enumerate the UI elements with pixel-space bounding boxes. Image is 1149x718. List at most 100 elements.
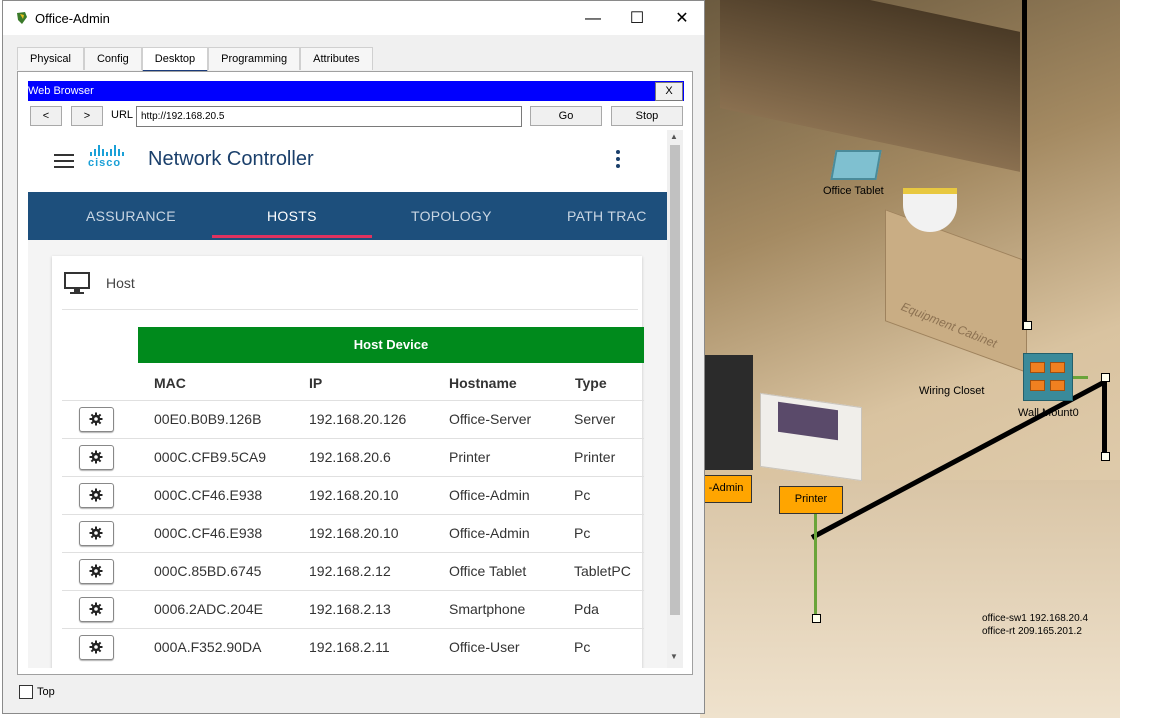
hamburger-menu-icon[interactable] <box>54 154 74 168</box>
type-cell: Pda <box>574 601 599 617</box>
office-admin-tag[interactable]: -Admin <box>700 475 752 503</box>
close-button[interactable]: ✕ <box>659 5 705 33</box>
wiring-closet-label: Wiring Closet <box>919 385 985 397</box>
settings-button[interactable] <box>79 407 114 432</box>
table-row: 000C.CF46.E938 192.168.20.10 Office-Admin P… <box>62 476 644 515</box>
table-row: 00E0.B0B9.126B 192.168.20.126 Office-Serve… <box>62 400 644 439</box>
title-bar[interactable]: Office-Admin — ☐ ✕ <box>3 1 704 35</box>
office-tablet-icon[interactable] <box>830 150 882 180</box>
hostname-cell: Office-Server <box>449 411 532 427</box>
table-row: 000C.85BD.6745 192.168.2.12 Office Tablet T… <box>62 552 644 591</box>
ip-cell: 192.168.20.10 <box>309 525 399 541</box>
office-admin-window: Office-Admin — ☐ ✕ Physical Config Deskt… <box>2 0 705 714</box>
link-endpoint[interactable] <box>1101 373 1110 382</box>
printer-tag[interactable]: Printer <box>779 486 843 514</box>
settings-button[interactable] <box>79 597 114 622</box>
desk-monitor <box>705 355 753 470</box>
minimize-button[interactable]: — <box>570 5 616 33</box>
mac-cell: 000C.CF46.E938 <box>154 525 263 541</box>
web-browser-close-button[interactable]: X <box>655 82 683 101</box>
tab-programming[interactable]: Programming <box>208 47 301 70</box>
settings-button[interactable] <box>79 445 114 470</box>
tab-desktop[interactable]: Desktop <box>141 47 209 73</box>
stop-button[interactable]: Stop <box>611 106 683 126</box>
mac-cell: 000C.85BD.6745 <box>154 563 262 579</box>
app-icon <box>17 12 27 24</box>
controller-header: cisco Network Controller <box>28 130 667 192</box>
hostname-cell: Office-Admin <box>449 525 530 541</box>
nav-assurance[interactable]: ASSURANCE <box>86 192 176 240</box>
ip-cell: 192.168.20.126 <box>309 411 407 427</box>
table-row: 000C.CFB9.5CA9 192.168.20.6 Printer Printer <box>62 438 644 477</box>
office-tablet-label: Office Tablet <box>823 185 884 197</box>
more-options-icon[interactable] <box>616 150 620 171</box>
column-header-ip: IP <box>309 375 323 391</box>
settings-button[interactable] <box>79 559 114 584</box>
back-button[interactable]: < <box>30 106 62 126</box>
column-header-mac: MAC <box>154 375 186 391</box>
type-cell: Pc <box>574 639 591 655</box>
info-line: office-sw1 192.168.20.4 <box>982 613 1089 624</box>
room-floor <box>700 480 1120 718</box>
monitor-icon <box>64 272 90 294</box>
active-nav-indicator <box>212 235 372 238</box>
nav-hosts[interactable]: HOSTS <box>267 192 317 240</box>
settings-button[interactable] <box>79 521 114 546</box>
hostname-cell: Office-User <box>449 639 520 655</box>
tab-config[interactable]: Config <box>83 47 142 70</box>
scroll-down-icon[interactable]: ▼ <box>670 652 678 661</box>
device-info: office-sw1 192.168.20.4 office-rt 209.16… <box>982 612 1088 638</box>
hostname-cell: Smartphone <box>449 601 526 617</box>
physical-workspace[interactable]: Equipment Cabinet Office Tablet Wiring C… <box>700 0 1149 718</box>
scrollbar-thumb[interactable] <box>670 145 680 615</box>
web-browser-titlebar: Web Browser X <box>28 81 684 101</box>
hostname-cell: Printer <box>449 449 491 465</box>
page-title: Network Controller <box>148 148 314 170</box>
column-header-hostname: Hostname <box>449 375 517 391</box>
url-input[interactable] <box>136 106 522 127</box>
link-endpoint[interactable] <box>812 614 821 623</box>
link-endpoint[interactable] <box>1101 452 1110 461</box>
equipment-cabinet <box>885 209 1027 373</box>
forward-button[interactable]: > <box>71 106 103 126</box>
type-cell: Pc <box>574 525 591 541</box>
settings-button[interactable] <box>79 635 114 660</box>
mac-cell: 0006.2ADC.204E <box>154 601 263 617</box>
host-card: Host Host Device MAC IP Hostname Type 00… <box>52 256 644 668</box>
mac-cell: 000C.CF46.E938 <box>154 487 263 503</box>
table-row: 000C.CF46.E938 192.168.20.10 Office-Admin P… <box>62 514 644 553</box>
nav-topology[interactable]: TOPOLOGY <box>411 192 492 240</box>
hostname-cell: Office-Admin <box>449 487 530 503</box>
mac-cell: 00E0.B0B9.126B <box>154 411 262 427</box>
settings-button[interactable] <box>79 483 114 508</box>
wall-mount-label: Wall Mount0 <box>1018 407 1079 419</box>
vertical-scrollbar[interactable]: ▲ ▼ <box>667 130 683 668</box>
mac-cell: 000A.F352.90DA <box>154 639 262 655</box>
wall-edge <box>1102 376 1107 458</box>
controller-nav: ASSURANCE HOSTS TOPOLOGY PATH TRAC <box>28 192 667 240</box>
hostname-cell: Office Tablet <box>449 563 527 579</box>
tab-attributes[interactable]: Attributes <box>300 47 373 70</box>
tab-physical[interactable]: Physical <box>17 47 84 70</box>
top-checkbox[interactable] <box>19 685 33 699</box>
wall-mount-device[interactable] <box>1023 353 1073 401</box>
table-row: 0006.2ADC.204E 192.168.2.13 Smartphone Pda <box>62 590 644 629</box>
top-checkbox-label: Top <box>37 686 55 698</box>
cisco-logo: cisco <box>88 144 138 174</box>
link-endpoint[interactable] <box>1023 321 1032 330</box>
card-title: Host <box>106 275 135 291</box>
window-title: Office-Admin <box>35 11 110 26</box>
ip-cell: 192.168.2.12 <box>309 563 391 579</box>
type-cell: Printer <box>574 449 616 465</box>
url-label: URL <box>111 109 134 121</box>
nav-path-trace[interactable]: PATH TRAC <box>567 192 647 240</box>
info-line: office-rt 209.165.201.2 <box>982 626 1082 637</box>
scroll-up-icon[interactable]: ▲ <box>670 132 678 141</box>
maximize-button[interactable]: ☐ <box>614 5 660 33</box>
go-button[interactable]: Go <box>530 106 602 126</box>
type-cell: TabletPC <box>574 563 631 579</box>
ip-cell: 192.168.20.10 <box>309 487 399 503</box>
ip-cell: 192.168.2.13 <box>309 601 391 617</box>
device-tabs: Physical Config Desktop Programming Attr… <box>17 47 373 73</box>
ip-cell: 192.168.20.6 <box>309 449 391 465</box>
